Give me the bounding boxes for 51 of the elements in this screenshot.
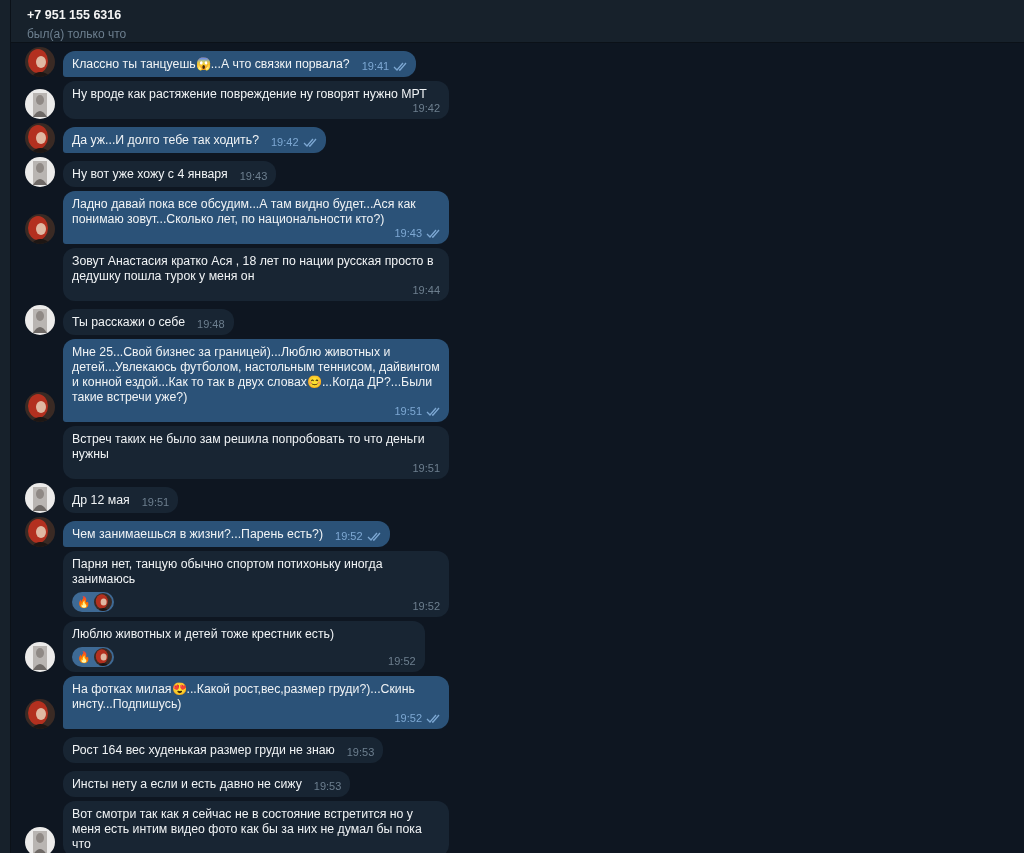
message-text: Люблю животных и детей тоже крестник есть) xyxy=(72,627,335,642)
message-time: 19:52 xyxy=(394,712,422,724)
message-text: Др 12 мая xyxy=(72,493,130,508)
message-time: 19:52 xyxy=(335,530,363,542)
message-text: Ты расскажи о себе xyxy=(72,315,186,330)
message-time: 19:43 xyxy=(239,170,268,182)
message-time: 19:53 xyxy=(346,746,375,758)
message-text: Ну вроде как растяжение повреждение ну говорят нужно МРТ xyxy=(72,87,427,102)
message-text: На фотках милая😍...Какой рост,вес,размер груди?)...Скинь инсту...Подпишусь) xyxy=(72,682,416,712)
message-text: Классно ты танцуешь😱...А что связки порвала? xyxy=(72,57,350,72)
avatar-icon[interactable] xyxy=(25,483,55,513)
avatar-icon[interactable] xyxy=(25,47,55,77)
avatar-icon[interactable] xyxy=(25,517,55,547)
message-time: 19:43 xyxy=(394,227,422,239)
message-text: Инсты нету а если и есть давно не сижу xyxy=(72,777,302,792)
avatar-icon[interactable] xyxy=(25,699,55,729)
message-time: 19:51 xyxy=(394,405,422,417)
message-time: 19:51 xyxy=(412,462,440,474)
avatar-icon[interactable] xyxy=(25,123,55,153)
message-text: Вот смотри так как я сейчас не в состояние встретится но у меня есть интим видео фото как бы за них не думал бы пока что xyxy=(72,807,423,852)
message-time: 19:52 xyxy=(412,600,440,612)
message-time: 19:41 xyxy=(361,60,390,72)
message-text: Ну вот уже хожу с 4 января xyxy=(72,167,228,182)
avatar-icon[interactable] xyxy=(94,648,112,666)
reaction-chip[interactable]: 🔥 xyxy=(72,592,114,612)
message-time: 19:51 xyxy=(141,496,170,508)
chat-title: +7 951 155 6316 xyxy=(27,7,123,24)
message-time: 19:44 xyxy=(412,284,440,296)
message-text: Рост 164 вес худенькая размер груди не знаю xyxy=(72,743,335,758)
avatar-icon[interactable] xyxy=(94,593,112,611)
avatar-icon[interactable] xyxy=(25,157,55,187)
message-time: 19:52 xyxy=(388,655,416,667)
message-time: 19:48 xyxy=(197,318,225,330)
avatar-icon[interactable] xyxy=(25,642,55,672)
message-text: Зовут Анастасия кратко Ася , 18 лет по нации русская просто в дедушку пошла турок у меня он xyxy=(72,254,435,284)
reaction-chip[interactable]: 🔥 xyxy=(72,647,114,667)
message-text: Да уж...И долго тебе так ходить? xyxy=(72,133,259,148)
message-text: Чем занимаешься в жизни?...Парень есть?) xyxy=(72,527,324,542)
message-time: 19:42 xyxy=(271,136,299,148)
avatar-icon[interactable] xyxy=(25,89,55,119)
message-time: 19:53 xyxy=(313,780,342,792)
message-text: Ладно давай пока все обсудим...А там видно будет...Ася как понимаю зовут...Сколько лет, по национальности кто?) xyxy=(72,197,417,227)
avatar-icon[interactable] xyxy=(25,214,55,244)
avatar-icon[interactable] xyxy=(25,827,55,853)
message-time: 19:42 xyxy=(412,102,440,114)
message-text: Парня нет, танцую обычно спортом потихоньку иногда занимаюсь xyxy=(72,557,384,587)
last-seen-status: был(а) только что xyxy=(27,25,128,43)
avatar-icon[interactable] xyxy=(25,305,55,335)
avatar-icon[interactable] xyxy=(25,392,55,422)
message-text: Встреч таких не было зам решила попробовать то что деньги нужны xyxy=(72,432,426,462)
message-text: Мне 25...Свой бизнес за границей)...Люблю животных и детей...Увлекаюсь футболом, настольным теннисом, дайвингом и конной ездой...Как то так в двух словах😊...Когда ДР?...Были такие встречи уже?) xyxy=(72,345,440,405)
